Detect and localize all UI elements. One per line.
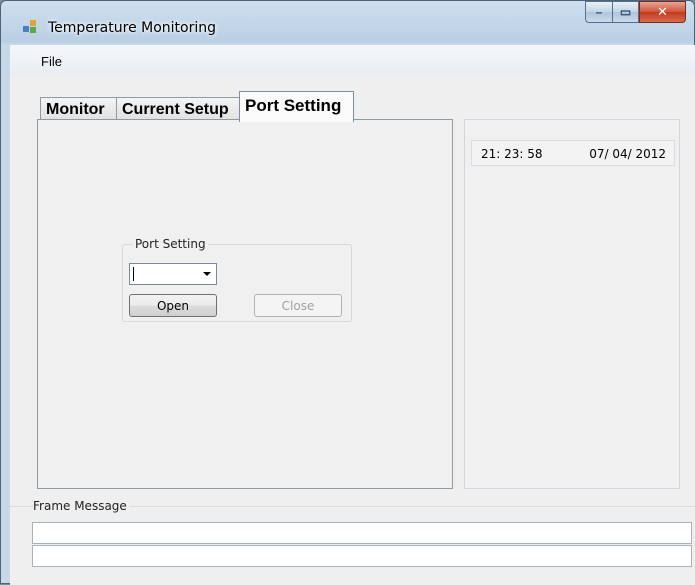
tab-port-setting[interactable]: Port Setting — [239, 91, 354, 122]
port-setting-panel: Port Setting Open Close — [37, 119, 453, 489]
menu-bar: File — [10, 45, 695, 75]
frame-message-line-1[interactable] — [32, 522, 692, 544]
minimize-button[interactable]: – — [585, 1, 612, 23]
tab-monitor[interactable]: Monitor — [40, 97, 117, 121]
minimize-icon: – — [595, 5, 603, 19]
status-panel: 21: 23: 58 07/ 04/ 2012 — [464, 119, 680, 489]
menu-file[interactable]: File — [41, 54, 62, 69]
close-window-button[interactable]: ✕ — [639, 1, 686, 23]
title-bar[interactable]: Temperature Monitoring – ▭ ✕ — [1, 1, 694, 41]
group-label: Port Setting — [133, 237, 208, 251]
text-caret — [133, 267, 134, 281]
port-setting-group: Port Setting Open Close — [122, 237, 352, 322]
tab-current-setup[interactable]: Current Setup — [116, 97, 240, 121]
client-area: File Monitor Current Setup Port Setting … — [10, 45, 695, 585]
caption-buttons: – ▭ ✕ — [585, 1, 694, 31]
close-icon: ✕ — [657, 4, 668, 20]
maximize-button[interactable]: ▭ — [612, 1, 639, 23]
close-port-button[interactable]: Close — [254, 294, 342, 317]
app-icon — [23, 20, 39, 34]
frame-message-line-2[interactable] — [32, 545, 692, 567]
dropdown-arrow-icon[interactable] — [203, 272, 211, 276]
app-window: Temperature Monitoring – ▭ ✕ File Monito… — [0, 0, 695, 585]
open-button[interactable]: Open — [129, 294, 217, 317]
clock-display: 21: 23: 58 07/ 04/ 2012 — [471, 140, 675, 166]
window-title: Temperature Monitoring — [48, 20, 216, 36]
port-combobox[interactable] — [129, 263, 217, 285]
clock-time: 21: 23: 58 — [481, 147, 543, 161]
frame-message-label: Frame Message — [33, 499, 130, 513]
clock-date: 07/ 04/ 2012 — [589, 147, 666, 161]
maximize-icon: ▭ — [619, 5, 632, 19]
